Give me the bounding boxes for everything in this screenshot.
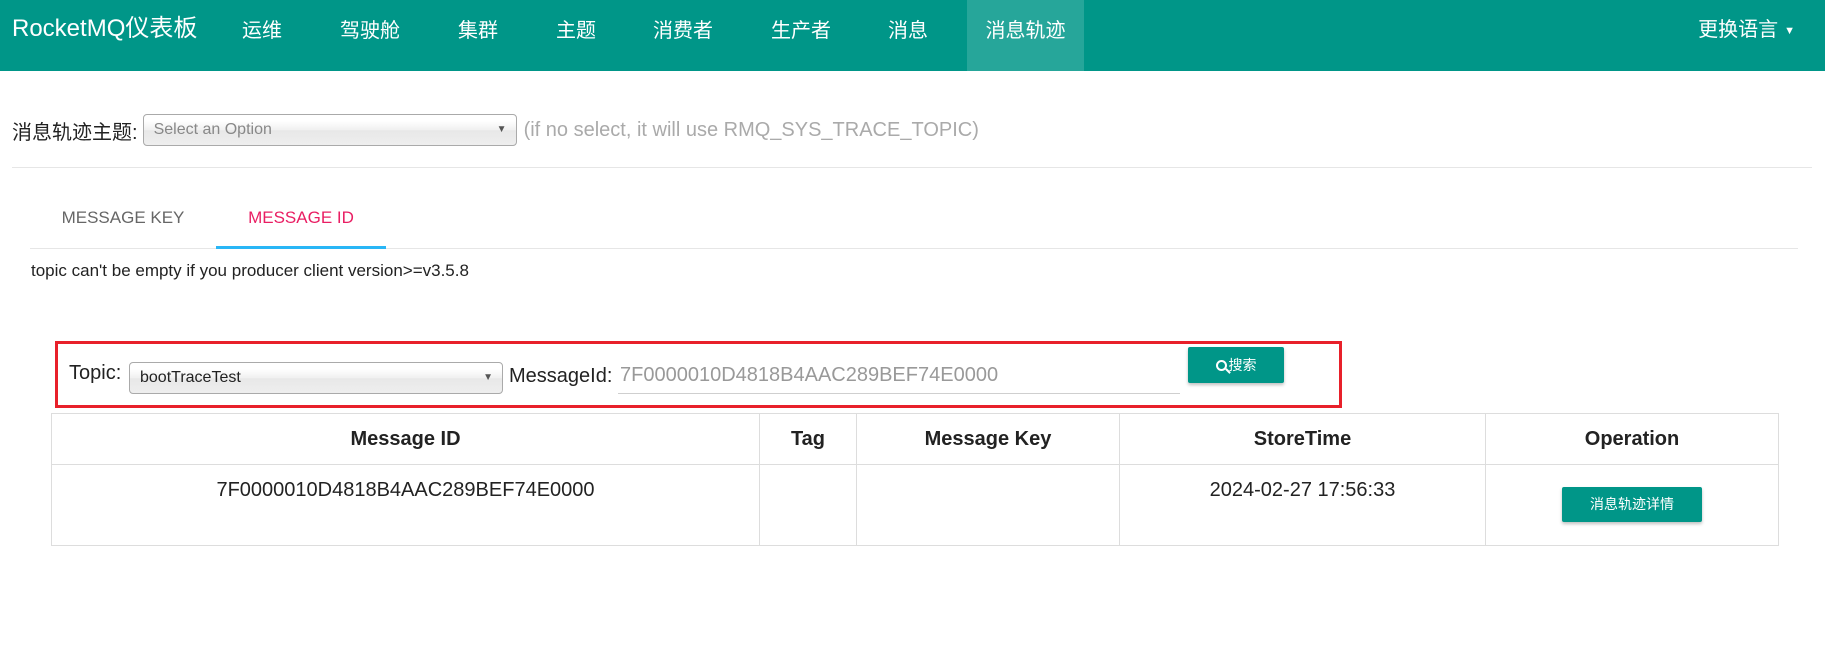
language-dropdown[interactable]: 更换语言 ▼	[1698, 0, 1795, 60]
column-header-store-time: StoreTime	[1119, 413, 1486, 465]
top-navbar: RocketMQ仪表板 运维 驾驶舱 集群 主题 消费者 生产者 消息 消息轨迹…	[0, 0, 1825, 71]
search-form: Topic: bootTraceTest ▼ MessageId: 7F0000…	[55, 341, 1342, 408]
query-tabs: MESSAGE KEY MESSAGE ID	[30, 196, 1798, 249]
section-divider	[12, 167, 1812, 168]
trace-topic-select[interactable]: Select an Option ▼	[142, 114, 517, 146]
dropdown-arrow-icon: ▼	[483, 372, 493, 383]
trace-detail-button[interactable]: 消息轨迹详情	[1562, 487, 1702, 522]
tab-message-key[interactable]: MESSAGE KEY	[30, 196, 216, 249]
nav-item-producer[interactable]: 生产者	[758, 0, 844, 71]
trace-topic-placeholder: Select an Option	[153, 121, 272, 138]
column-header-operation: Operation	[1485, 413, 1779, 465]
search-button[interactable]: 搜索	[1188, 347, 1284, 383]
cell-store-time: 2024-02-27 17:56:33	[1119, 464, 1486, 546]
table-header-row: Message ID Tag Message Key StoreTime Ope…	[51, 413, 1779, 465]
trace-topic-hint: (if no select, it will use RMQ_SYS_TRACE…	[523, 118, 979, 141]
messageid-input[interactable]: 7F0000010D4818B4AAC289BEF74E0000	[618, 358, 1180, 394]
nav-item-ops[interactable]: 运维	[228, 0, 296, 71]
search-icon	[1215, 360, 1227, 371]
dropdown-arrow-icon: ▼	[496, 124, 507, 135]
nav-item-message-trace[interactable]: 消息轨迹	[967, 0, 1084, 71]
column-header-tag: Tag	[759, 413, 857, 465]
trace-topic-label: 消息轨迹主题:	[12, 121, 138, 144]
nav-item-consumer[interactable]: 消费者	[640, 0, 726, 71]
language-label: 更换语言	[1698, 19, 1779, 41]
version-notice: topic can't be empty if you producer cli…	[31, 261, 469, 280]
cell-message-id: 7F0000010D4818B4AAC289BEF74E0000	[51, 464, 760, 546]
nav-item-dashboard[interactable]: 驾驶舱	[322, 0, 418, 71]
column-header-message-id: Message ID	[51, 413, 760, 465]
cell-tag	[759, 464, 857, 546]
brand-title[interactable]: RocketMQ仪表板	[12, 14, 197, 44]
topic-select[interactable]: bootTraceTest ▼	[129, 362, 503, 394]
tab-message-id[interactable]: MESSAGE ID	[216, 196, 386, 249]
cell-operation: 消息轨迹详情	[1485, 464, 1779, 546]
nav-item-cluster[interactable]: 集群	[444, 0, 512, 71]
topic-label: Topic:	[69, 362, 122, 384]
nav-item-message[interactable]: 消息	[874, 0, 942, 71]
topic-select-value: bootTraceTest	[140, 369, 241, 386]
column-header-message-key: Message Key	[856, 413, 1120, 465]
caret-down-icon: ▼	[1784, 24, 1795, 37]
cell-message-key	[856, 464, 1120, 546]
search-button-label: 搜索	[1228, 357, 1257, 373]
table-row: 7F0000010D4818B4AAC289BEF74E0000 2024-02…	[51, 464, 1779, 546]
trace-topic-row: 消息轨迹主题: Select an Option ▼ (if no select…	[12, 112, 979, 148]
messageid-label: MessageId:	[509, 365, 613, 387]
nav-item-topic[interactable]: 主题	[542, 0, 610, 71]
result-table: Message ID Tag Message Key StoreTime Ope…	[51, 413, 1779, 546]
